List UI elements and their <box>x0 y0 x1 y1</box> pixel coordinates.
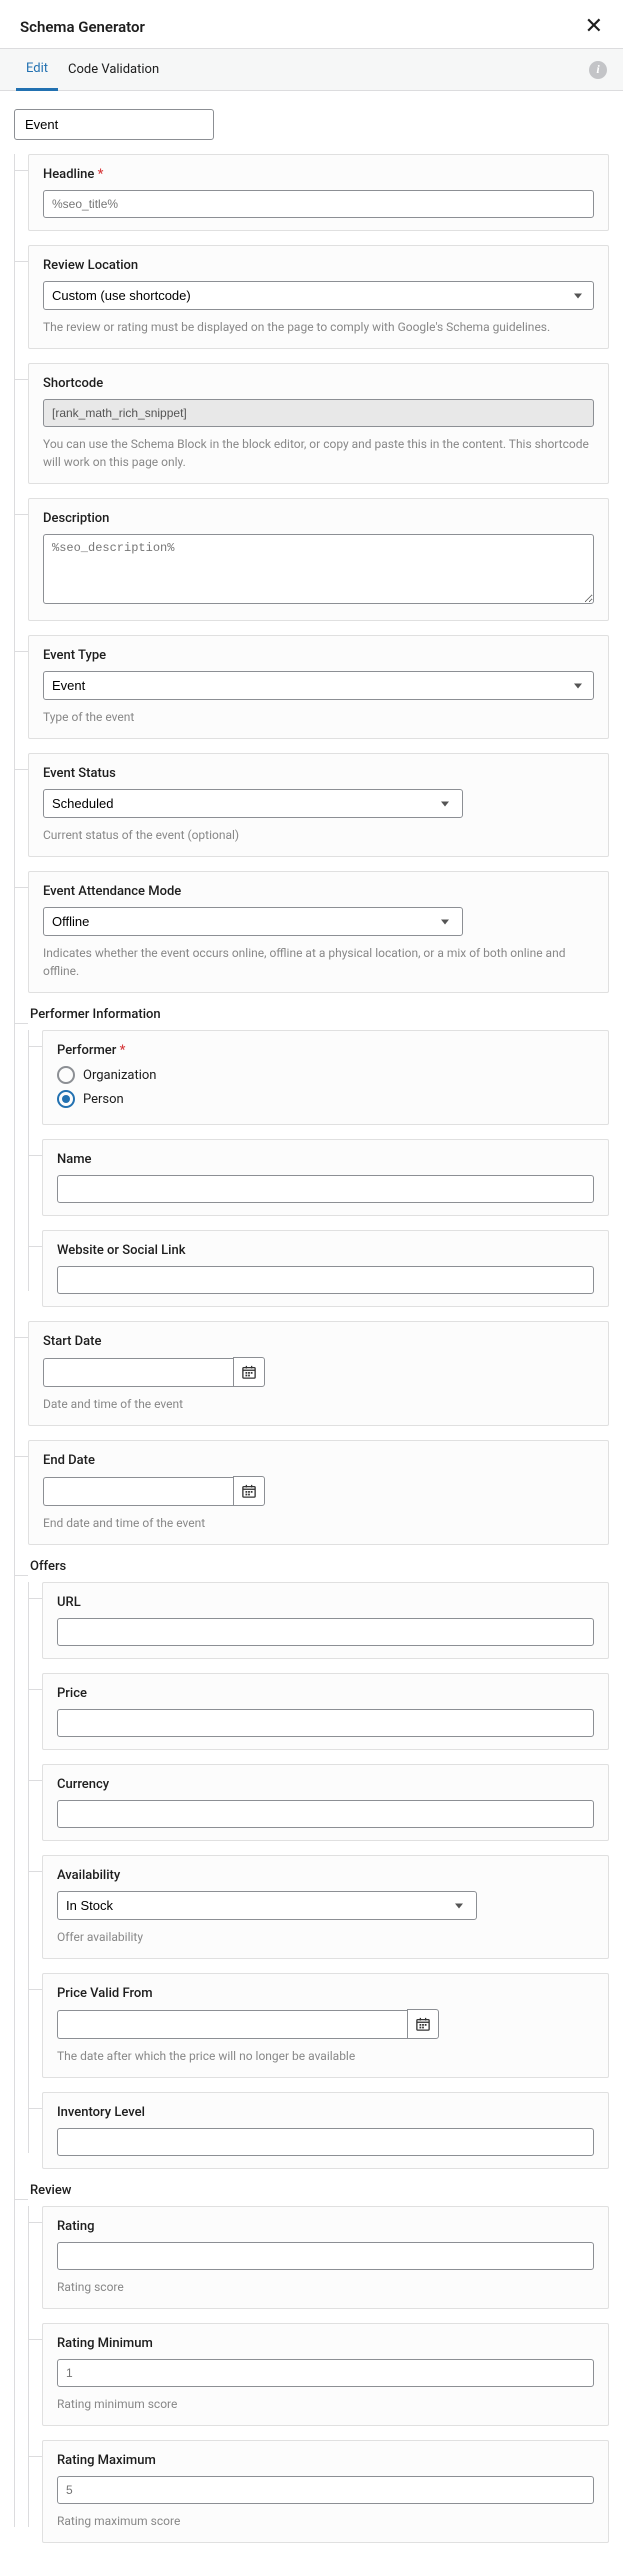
offers-section-label: Offers <box>30 1559 609 1574</box>
event-type-hint: Type of the event <box>43 708 594 726</box>
rating-min-input[interactable] <box>57 2359 594 2387</box>
close-button[interactable]: ✕ <box>585 16 603 38</box>
offer-price-label: Price <box>57 1686 594 1701</box>
headline-label: Headline * <box>43 167 594 182</box>
page-title: Schema Generator <box>20 18 145 36</box>
performer-name-label: Name <box>57 1152 594 1167</box>
headline-input[interactable] <box>43 190 594 218</box>
offer-price-input[interactable] <box>57 1709 594 1737</box>
calendar-icon <box>242 1365 256 1379</box>
offer-url-label: URL <box>57 1595 594 1610</box>
review-section-label: Review <box>30 2183 609 2198</box>
performer-label: Performer * <box>57 1043 594 1058</box>
attendance-mode-label: Event Attendance Mode <box>43 884 594 899</box>
radio-organization[interactable]: Organization <box>57 1066 594 1084</box>
tab-bar: Edit Code Validation i <box>0 48 623 91</box>
review-location-select[interactable]: Custom (use shortcode) <box>43 281 594 310</box>
review-location-label: Review Location <box>43 258 594 273</box>
offer-url-input[interactable] <box>57 1618 594 1646</box>
performer-website-input[interactable] <box>57 1266 594 1294</box>
calendar-icon <box>242 1484 256 1498</box>
rating-min-hint: Rating minimum score <box>57 2395 594 2413</box>
event-status-hint: Current status of the event (optional) <box>43 826 594 844</box>
rating-min-label: Rating Minimum <box>57 2336 594 2351</box>
start-date-label: Start Date <box>43 1334 594 1349</box>
attendance-mode-hint: Indicates whether the event occurs onlin… <box>43 944 594 980</box>
inventory-label: Inventory Level <box>57 2105 594 2120</box>
offer-currency-input[interactable] <box>57 1800 594 1828</box>
description-label: Description <box>43 511 594 526</box>
event-status-label: Event Status <box>43 766 594 781</box>
price-valid-from-input[interactable] <box>57 2010 407 2039</box>
event-type-select[interactable]: Event <box>43 671 594 700</box>
rating-input[interactable] <box>57 2242 594 2270</box>
price-valid-from-picker-button[interactable] <box>407 2009 439 2039</box>
review-location-hint: The review or rating must be displayed o… <box>43 318 594 336</box>
attendance-mode-select[interactable]: Offline <box>43 907 463 936</box>
availability-select[interactable]: In Stock <box>57 1891 477 1920</box>
performer-section-label: Performer Information <box>30 1007 609 1022</box>
event-status-select[interactable]: Scheduled <box>43 789 463 818</box>
calendar-icon <box>416 2017 430 2031</box>
start-date-input[interactable] <box>43 1358 233 1387</box>
end-date-input[interactable] <box>43 1477 233 1506</box>
event-type-label: Event Type <box>43 648 594 663</box>
tab-code-validation[interactable]: Code Validation <box>58 50 169 89</box>
end-date-hint: End date and time of the event <box>43 1514 594 1532</box>
shortcode-hint: You can use the Schema Block in the bloc… <box>43 435 594 471</box>
rating-max-label: Rating Maximum <box>57 2453 594 2468</box>
start-date-picker-button[interactable] <box>233 1357 265 1387</box>
price-valid-from-label: Price Valid From <box>57 1986 594 2001</box>
inventory-input[interactable] <box>57 2128 594 2156</box>
offer-currency-label: Currency <box>57 1777 594 1792</box>
performer-name-input[interactable] <box>57 1175 594 1203</box>
price-valid-from-hint: The date after which the price will no l… <box>57 2047 594 2065</box>
performer-website-label: Website or Social Link <box>57 1243 594 1258</box>
availability-label: Availability <box>57 1868 594 1883</box>
radio-person[interactable]: Person <box>57 1090 594 1108</box>
tab-edit[interactable]: Edit <box>16 49 58 91</box>
rating-label: Rating <box>57 2219 594 2234</box>
schema-type-input[interactable] <box>14 109 214 140</box>
info-icon[interactable]: i <box>589 61 607 79</box>
rating-max-input[interactable] <box>57 2476 594 2504</box>
availability-hint: Offer availability <box>57 1928 594 1946</box>
shortcode-input[interactable] <box>43 399 594 427</box>
end-date-picker-button[interactable] <box>233 1476 265 1506</box>
rating-hint: Rating score <box>57 2278 594 2296</box>
end-date-label: End Date <box>43 1453 594 1468</box>
description-textarea[interactable]: %seo_description% <box>43 534 594 604</box>
shortcode-label: Shortcode <box>43 376 594 391</box>
start-date-hint: Date and time of the event <box>43 1395 594 1413</box>
rating-max-hint: Rating maximum score <box>57 2512 594 2530</box>
